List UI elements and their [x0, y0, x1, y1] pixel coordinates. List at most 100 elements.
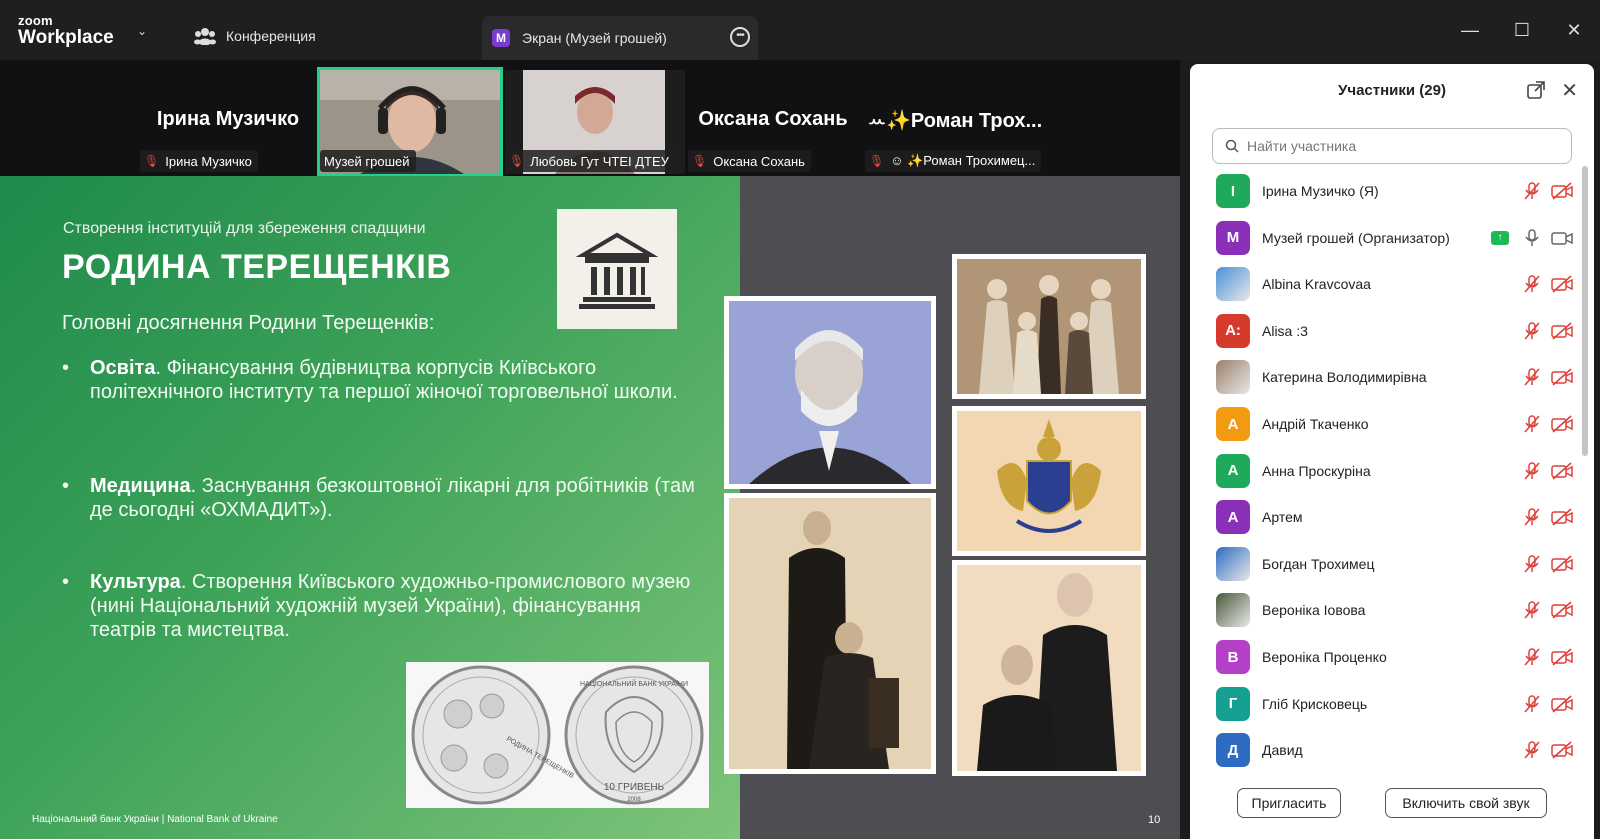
video-tile[interactable]: ꕀ✨Роман Трох... 🎙︎ ☺ ✨Роман Трохимец... [865, 70, 1045, 174]
participant-row[interactable]: А Анна Проскуріна [1190, 448, 1580, 494]
logo-big: Workplace [18, 27, 114, 48]
camera-off-icon[interactable] [1550, 740, 1574, 760]
participant-row[interactable]: А Артем [1190, 494, 1580, 540]
participant-row[interactable]: І Ірина Музичко (Я) [1190, 168, 1580, 214]
mic-off-icon: 🎙︎ [144, 154, 160, 168]
video-tile[interactable]: 🎙︎ Любовь Гут ЧТЕІ ДТЕУ [505, 70, 685, 174]
tile-name: ꕀ✨Роман Трох... [867, 110, 1043, 132]
avatar: М [1216, 220, 1250, 255]
participant-name: Музей грошей (Организатор) [1262, 229, 1450, 246]
video-strip: Ірина Музичко 🎙︎ Ірина Музичко Музей гро… [0, 60, 1180, 177]
avatar: А [1216, 407, 1250, 441]
mic-muted-icon[interactable] [1523, 414, 1541, 434]
camera-off-icon[interactable] [1550, 274, 1574, 294]
video-tile[interactable]: Ірина Музичко 🎙︎ Ірина Музичко [140, 70, 316, 174]
family-photo [952, 254, 1146, 399]
elderly-couple-photo [952, 560, 1146, 776]
participant-row[interactable]: Богдан Трохимец [1190, 541, 1580, 587]
tile-label-text: Любовь Гут ЧТЕІ ДТЕУ [530, 153, 669, 169]
screen-badge: M [492, 29, 510, 47]
camera-off-icon[interactable] [1550, 554, 1574, 574]
coat-of-arms-image [952, 406, 1146, 556]
avatar: В [1216, 640, 1250, 674]
camera-off-icon[interactable] [1550, 507, 1574, 527]
participant-row[interactable]: М Музей грошей (Организатор) ↑ [1190, 215, 1580, 261]
participants-panel: Участники (29) ✕ ІІрина Музичко (Я)ММузе… [1190, 64, 1594, 839]
mic-muted-icon[interactable] [1523, 600, 1541, 620]
bullet-dot: • [62, 357, 70, 379]
bullet-dot: • [62, 571, 70, 593]
scrollbar[interactable] [1582, 166, 1588, 456]
participant-row[interactable]: Albina Kravcovaa [1190, 261, 1580, 307]
video-tile[interactable]: Оксана Сохань 🎙︎ Оксана Сохань [688, 70, 858, 174]
mic-muted-icon[interactable] [1523, 647, 1541, 667]
chevron-down-icon[interactable]: ⌄ [137, 24, 147, 38]
participant-row[interactable]: Катерина Володимирівна [1190, 354, 1580, 400]
bullet-head: Культура [90, 571, 181, 593]
mic-muted-icon[interactable] [1523, 740, 1541, 760]
participant-row[interactable]: А Андрій Ткаченко [1190, 401, 1580, 447]
mic-off-icon: 🎙︎ [869, 154, 885, 168]
search-icon [1225, 139, 1239, 153]
participant-name: Alisa :3 [1262, 322, 1308, 339]
mic-muted-icon[interactable] [1523, 274, 1541, 294]
mic-muted-icon[interactable] [1523, 694, 1541, 714]
mic-muted-icon[interactable] [1523, 181, 1541, 201]
camera-off-icon[interactable] [1550, 414, 1574, 434]
bullet-head: Освіта [90, 357, 156, 379]
unmute-button[interactable]: Включить свой звук [1385, 788, 1547, 818]
camera-off-icon[interactable] [1550, 181, 1574, 201]
participant-name: Ірина Музичко (Я) [1262, 183, 1379, 199]
mic-muted-icon[interactable] [1523, 554, 1541, 574]
invite-button[interactable]: Пригласить [1237, 788, 1341, 818]
participant-search[interactable] [1212, 128, 1572, 164]
popout-icon[interactable] [1526, 80, 1546, 100]
coin-right-top: НАЦІОНАЛЬНИЙ БАНК УКРАЇНИ [580, 679, 688, 688]
zoom-logo[interactable]: zoom Workplace [18, 14, 114, 47]
avatar [1216, 546, 1250, 581]
close-icon[interactable]: ✕ [1561, 78, 1578, 103]
mic-muted-icon[interactable] [1523, 461, 1541, 481]
avatar [1216, 267, 1250, 302]
minimize-icon[interactable]: — [1458, 18, 1482, 42]
mic-icon[interactable] [1523, 228, 1541, 248]
camera-off-icon[interactable] [1550, 367, 1574, 387]
search-input[interactable] [1247, 138, 1547, 154]
participant-name: Анна Проскуріна [1262, 462, 1371, 479]
participant-row[interactable]: Г Гліб Крисковець [1190, 681, 1580, 727]
portrait-photo [724, 296, 936, 489]
mic-muted-icon[interactable] [1523, 507, 1541, 527]
title-bar: zoom Workplace ⌄ Конференция M Экран (Му… [0, 0, 1600, 60]
tile-label-text: Ірина Музичко [165, 153, 252, 169]
tile-label-text: Оксана Сохань [713, 153, 805, 169]
tab-conference[interactable]: Конференция [194, 14, 316, 58]
camera-off-icon[interactable] [1550, 461, 1574, 481]
slide-footer: Національний банк України | National Ban… [32, 814, 278, 825]
camera-off-icon[interactable] [1550, 600, 1574, 620]
participant-name: Albina Kravcovaa [1262, 276, 1371, 293]
participant-row[interactable]: В Вероніка Проценко [1190, 634, 1580, 680]
slide-page-number: 10 [1148, 814, 1161, 826]
camera-off-icon[interactable] [1550, 694, 1574, 714]
coin-right-value: 10 ГРИВЕНЬ [604, 782, 665, 793]
participant-row[interactable]: A: Alisa :3 [1190, 308, 1580, 354]
tab-screen-share[interactable]: M Экран (Музей грошей) ••• [482, 16, 758, 60]
maximize-icon[interactable]: ☐ [1510, 18, 1534, 42]
mic-muted-icon[interactable] [1523, 367, 1541, 387]
participant-row[interactable]: Вероніка Іовова [1190, 587, 1580, 633]
bullet-head: Медицина [90, 475, 191, 497]
more-options-icon[interactable]: ••• [730, 27, 750, 47]
participant-row[interactable]: Д Давид [1190, 727, 1580, 773]
mic-muted-icon[interactable] [1523, 321, 1541, 341]
close-window-icon[interactable]: ✕ [1562, 18, 1586, 42]
camera-off-icon[interactable] [1550, 321, 1574, 341]
avatar: І [1216, 174, 1250, 208]
slide-lead: Головні досягнення Родини Терещенків: [62, 312, 435, 334]
avatar: А [1216, 453, 1250, 488]
video-tile-active[interactable]: Музей грошей [317, 67, 503, 177]
camera-off-icon[interactable] [1550, 647, 1574, 667]
participant-list: І Ірина Музичко (Я) М Музей грошей (Организ… [1190, 166, 1594, 768]
camera-icon[interactable] [1550, 228, 1574, 248]
avatar: А [1216, 500, 1250, 535]
tile-label: 🎙︎ Оксана Сохань [688, 150, 811, 172]
